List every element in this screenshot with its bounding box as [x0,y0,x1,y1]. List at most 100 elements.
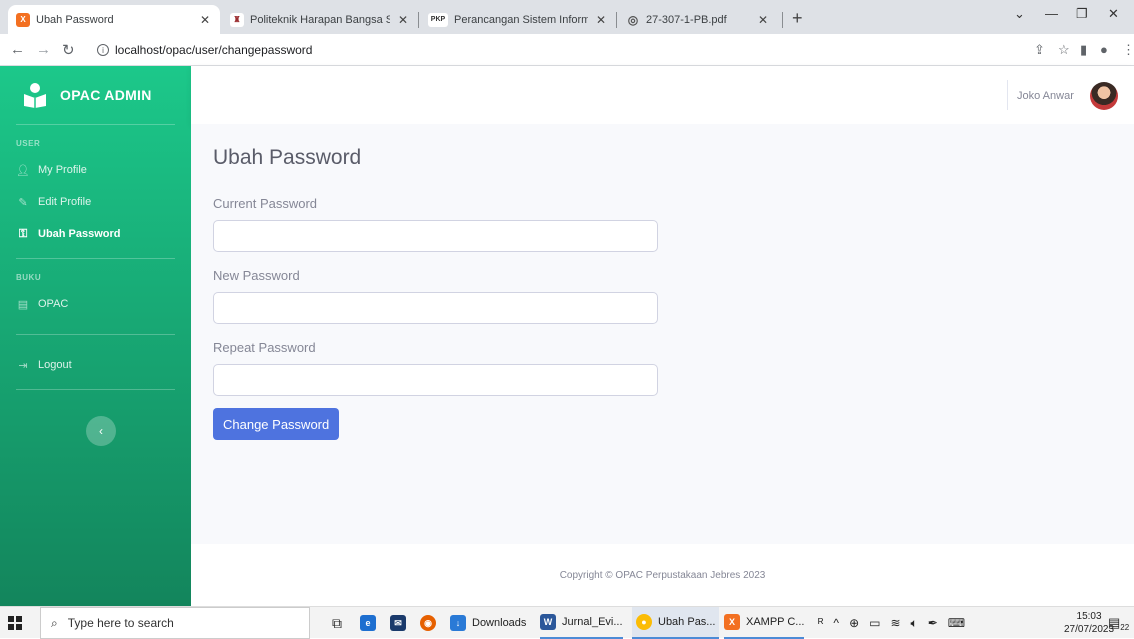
mail-icon[interactable]: ✉ [390,607,406,639]
tab-title: Perancangan Sistem Informasi Pe [454,13,588,26]
search-icon: ⌕ [51,615,58,630]
pen-icon[interactable]: ✒ [928,616,938,630]
reader-logo-icon [22,82,48,108]
search-placeholder: Type here to search [67,616,174,630]
new-tab-button[interactable]: + [792,8,803,29]
taskbar-app-label: Ubah Pas... [658,616,716,628]
window-close-icon[interactable]: ✕ [1108,6,1119,22]
chevron-up-icon[interactable]: ^ [833,616,839,630]
taskbar-app-label: Downloads [472,617,527,629]
bookmark-star-icon[interactable]: ☆ [1058,42,1070,58]
brand-text: OPAC ADMIN [60,87,152,103]
wifi-icon[interactable]: ≋ [890,616,900,630]
sidebar-divider [16,258,175,259]
sidebar-item-label: Edit Profile [38,196,92,208]
sidebar-item-ubah-password[interactable]: ⚿ Ubah Password [0,218,191,250]
repeat-password-field[interactable] [213,364,658,396]
xampp-favicon-icon: X [16,12,30,27]
battery-icon[interactable]: ▭ [869,616,880,630]
sidebar-item-logout[interactable]: ⇥ Logout [0,349,191,381]
restore-icon[interactable]: ❐ [1076,6,1088,22]
taskbar-app-word[interactable]: W Jurnal_Evi... [540,607,623,639]
reload-icon[interactable]: ↻ [62,41,75,59]
avatar[interactable] [1090,82,1118,110]
sidebar-item-opac[interactable]: ▤ OPAC [0,288,191,320]
taskbar-clock[interactable]: 15:03 27/07/2023 [1064,610,1114,636]
volume-icon[interactable]: 🔈︎ [911,616,918,631]
browser-toolbar: ← → ↻ i localhost/opac/user/changepasswo… [0,34,1134,66]
close-icon[interactable]: ✕ [594,13,608,27]
taskbar-app-chrome[interactable]: ● Ubah Pas... [632,607,720,639]
page-title: Ubah Password [213,146,362,169]
section-heading-user: USER [16,139,41,148]
tab-divider [616,12,617,28]
windows-taskbar: ⌕ Type here to search ⧉ e ✉ ◉ ↓ Download… [0,606,1134,639]
notification-count: 22 [1120,622,1130,632]
sidebar-item-my-profile[interactable]: 👤︎ My Profile [0,154,191,186]
pkp-favicon-icon: PKP [428,12,448,27]
close-icon[interactable]: ✕ [396,13,410,27]
section-heading-buku: BUKU [16,273,42,282]
sidebar-divider [16,334,175,335]
side-panel-icon[interactable]: ▮ [1080,42,1087,58]
tab-title: 27-307-1-PB.pdf [646,13,727,26]
taskbar-app-xampp[interactable]: X XAMPP C... [724,607,805,639]
sidebar-item-label: Ubah Password [38,228,121,240]
main-content: Ubah Password Current Password New Passw… [191,124,1134,544]
tab-perancangan[interactable]: PKP Perancangan Sistem Informasi Pe ✕ [420,5,616,34]
notification-icon: ▤ [1108,615,1121,630]
new-password-label: New Password [213,268,300,283]
network-icon[interactable]: ⊕ [849,616,859,630]
task-view-icon[interactable]: ⧉ [332,607,342,639]
sidebar-brand[interactable]: OPAC ADMIN [0,66,191,124]
site-info-icon[interactable]: i [97,44,109,56]
back-arrow-icon[interactable]: ← [10,41,25,58]
minimize-icon[interactable]: — [1045,6,1058,21]
tab-politeknik[interactable]: ♜ Politeknik Harapan Bangsa Surak ✕ [222,5,418,34]
tab-title: Politeknik Harapan Bangsa Surak [250,13,390,26]
url-text: localhost/opac/user/changepassword [115,43,313,57]
sidebar-toggle-button[interactable]: ‹ [86,416,116,446]
taskbar-app-downloads[interactable]: ↓ Downloads [450,607,526,639]
tab-divider [782,12,783,28]
profile-avatar-icon[interactable]: ● [1100,42,1108,57]
sidebar-item-label: Logout [38,359,72,371]
top-navbar: Joko Anwar [191,66,1134,124]
tab-ubah-password[interactable]: X Ubah Password ✕ [8,5,220,34]
repeat-password-label: Repeat Password [213,340,316,355]
share-icon[interactable]: ⇪ [1034,42,1045,58]
keyboard-icon[interactable]: ⌨ [948,616,965,630]
close-icon[interactable]: ✕ [756,13,770,27]
menu-kebab-icon[interactable]: ⋮ [1122,42,1134,58]
sidebar-item-label: My Profile [38,164,87,176]
notification-center[interactable]: ▤ 22 [1108,607,1129,639]
user-icon: 👤︎ [16,164,30,177]
change-password-button[interactable]: Change Password [213,408,340,440]
new-password-field[interactable] [213,292,658,324]
start-button[interactable] [8,607,22,639]
people-icon[interactable]: ᴿ [818,616,823,630]
current-password-label: Current Password [213,196,318,211]
browser-tab-strip: X Ubah Password ✕ ♜ Politeknik Harapan B… [0,0,1134,34]
system-tray[interactable]: ᴿ ^ ⊕ ▭ ≋ 🔈︎ ✒ ⌨ [818,607,965,639]
address-bar[interactable]: i localhost/opac/user/changepassword [97,38,1027,62]
school-favicon-icon: ♜ [230,12,244,27]
taskbar-app-label: XAMPP C... [746,616,805,628]
taskbar-search-input[interactable]: ⌕ Type here to search [40,607,310,639]
sidebar-item-edit-profile[interactable]: ✎ Edit Profile [0,186,191,218]
tab-title: Ubah Password [36,13,114,26]
firefox-icon[interactable]: ◉ [420,607,436,639]
globe-icon: ◎ [627,12,639,27]
chrome-icon: ● [636,614,652,630]
current-password-field[interactable] [213,220,658,252]
tab-pdf[interactable]: ◎ 27-307-1-PB.pdf ✕ [618,5,778,34]
download-arrow-icon: ↓ [450,615,466,631]
sidebar-item-label: OPAC [38,298,69,310]
sidebar: OPAC ADMIN USER 👤︎ My Profile ✎ Edit Pro… [0,66,191,606]
tab-search-chevron-icon[interactable]: ⌄ [1014,6,1025,22]
taskbar-app-label: Jurnal_Evi... [562,616,623,628]
forward-arrow-icon[interactable]: → [36,41,51,58]
close-icon[interactable]: ✕ [198,13,212,27]
edge-icon[interactable]: e [360,607,376,639]
user-name[interactable]: Joko Anwar [1017,90,1074,102]
